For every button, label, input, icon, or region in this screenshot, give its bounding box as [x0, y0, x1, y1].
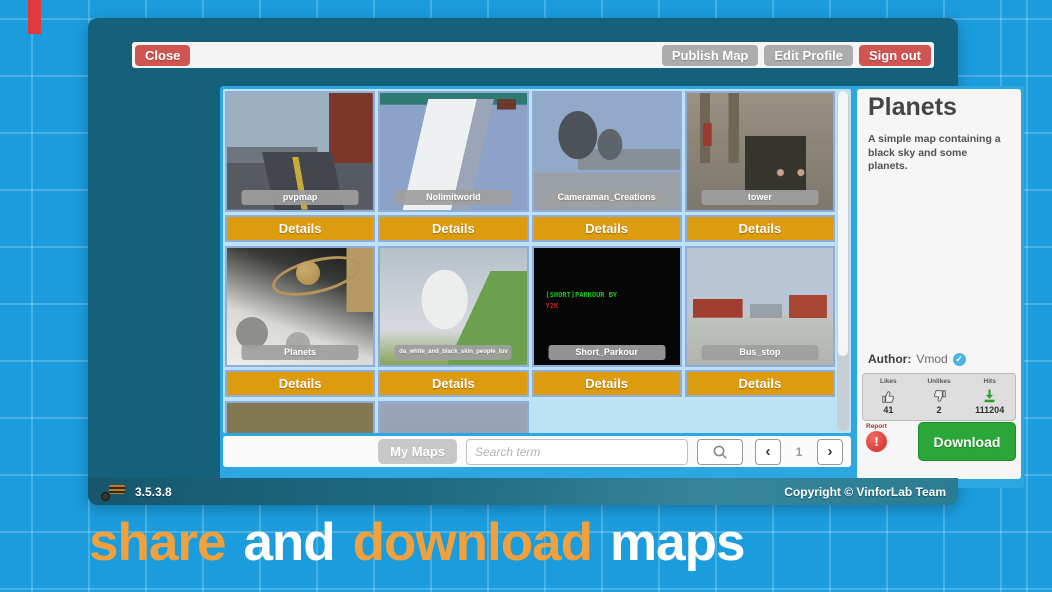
details-button[interactable]: Details: [378, 370, 528, 397]
report-control: Report !: [866, 423, 887, 452]
map-grid: pvpmap Details Nolimitworld Details Came…: [223, 89, 851, 433]
panel-description: A simple map containing a black sky and …: [868, 133, 1006, 174]
search-icon: [711, 443, 729, 461]
titlebar: Close Publish Map Edit Profile Sign out: [132, 42, 934, 68]
hits-stat: Hits 111204: [964, 374, 1015, 420]
unlikes-label: Unlikes: [927, 379, 950, 386]
report-label: Report: [866, 423, 887, 430]
map-detail-panel: Planets A simple map containing a black …: [857, 89, 1021, 479]
likes-value: 41: [883, 406, 893, 415]
edit-profile-button[interactable]: Edit Profile: [764, 45, 853, 66]
copyright-label: Copyright © VinforLab Team: [784, 485, 946, 499]
thumbs-up-icon: [880, 388, 897, 405]
panel-title: Planets: [868, 93, 957, 122]
map-name-pill: Nolimitworld: [395, 190, 512, 205]
map-thumbnail[interactable]: Cameraman_Creations: [532, 91, 682, 212]
status-bar: 3.5.3.8 Copyright © VinforLab Team: [88, 478, 958, 505]
author-label: Author:: [868, 352, 911, 366]
author-name: Vmod: [916, 352, 947, 366]
map-name-pill: Cameraman_Creations: [548, 190, 665, 205]
next-page-button[interactable]: ›: [817, 439, 843, 465]
download-button[interactable]: Download: [918, 422, 1016, 461]
map-card: [378, 401, 528, 433]
publish-map-button[interactable]: Publish Map: [662, 45, 759, 66]
map-name-pill: Planets: [242, 345, 359, 360]
details-button[interactable]: Details: [685, 370, 835, 397]
content-region: pvpmap Details Nolimitworld Details Came…: [220, 86, 1024, 488]
map-card: Bus_stop Details: [685, 246, 835, 397]
map-thumbnail[interactable]: tower: [685, 91, 835, 212]
blueprint-background: { "titlebar": { "close": "Close", "publi…: [0, 0, 1052, 592]
map-name-pill: Short_Parkour: [548, 345, 665, 360]
map-thumbnail[interactable]: [SHORT]PARKOUR BY Y2K Short_Parkour: [532, 246, 682, 367]
version-label: 3.5.3.8: [135, 485, 172, 499]
map-name-pill: da_white_and_black_skin_people_luv: [395, 345, 512, 360]
page-number: 1: [781, 445, 817, 459]
hits-value: 111204: [975, 406, 1004, 415]
parkour-screen-text: [SHORT]PARKOUR BY Y2K: [546, 290, 618, 312]
unlikes-value: 2: [937, 406, 942, 415]
map-card: Cameraman_Creations Details: [532, 91, 682, 242]
map-browser-window: Close Publish Map Edit Profile Sign out …: [88, 18, 958, 505]
map-card: [225, 401, 375, 433]
map-card: da_white_and_black_skin_people_luv Detai…: [378, 246, 528, 397]
map-thumbnail[interactable]: Bus_stop: [685, 246, 835, 367]
caption-word: download: [353, 514, 592, 572]
map-thumbnail[interactable]: [378, 401, 528, 433]
stats-box: Likes 41 Unlikes: [862, 373, 1016, 421]
saturn-planet-graphic: [296, 261, 320, 285]
caption-word: and: [243, 514, 334, 572]
map-name-pill: tower: [701, 190, 818, 205]
map-name-pill: pvpmap: [242, 190, 359, 205]
maps-scrollbar-thumb[interactable]: [838, 91, 848, 356]
map-card: pvpmap Details: [225, 91, 375, 242]
promo-caption: share and download maps: [89, 514, 744, 572]
likes-stat: Likes 41: [863, 374, 914, 420]
details-button[interactable]: Details: [378, 215, 528, 242]
map-thumbnail[interactable]: da_white_and_black_skin_people_luv: [378, 246, 528, 367]
close-button[interactable]: Close: [135, 45, 190, 66]
map-thumbnail[interactable]: Nolimitworld: [378, 91, 528, 212]
planet-sphere-graphic: [236, 317, 268, 349]
map-name-pill: Bus_stop: [701, 345, 818, 360]
game-logo-icon: [100, 483, 127, 501]
map-thumbnail[interactable]: Planets: [225, 246, 375, 367]
verified-badge-icon: ✓: [953, 353, 966, 366]
details-button[interactable]: Details: [685, 215, 835, 242]
map-card: [SHORT]PARKOUR BY Y2K Short_Parkour Deta…: [532, 246, 682, 397]
thumbs-down-icon: [931, 388, 948, 405]
bottom-toolbar: My Maps ‹ 1 ›: [223, 436, 851, 467]
details-button[interactable]: Details: [225, 215, 375, 242]
details-button[interactable]: Details: [225, 370, 375, 397]
sign-out-button[interactable]: Sign out: [859, 45, 931, 66]
map-thumbnail[interactable]: [225, 401, 375, 433]
map-card: Nolimitworld Details: [378, 91, 528, 242]
prev-page-button[interactable]: ‹: [755, 439, 781, 465]
red-corner-marker: [28, 0, 41, 34]
unlikes-stat: Unlikes 2: [914, 374, 965, 420]
caption-word: maps: [610, 514, 744, 572]
search-input[interactable]: [466, 439, 688, 465]
search-button[interactable]: [697, 439, 743, 465]
map-cards: pvpmap Details Nolimitworld Details Came…: [225, 91, 835, 433]
download-arrow-icon: [981, 388, 998, 405]
likes-label: Likes: [880, 379, 897, 386]
map-thumbnail[interactable]: pvpmap: [225, 91, 375, 212]
my-maps-button[interactable]: My Maps: [378, 439, 457, 464]
caption-word: share: [89, 514, 225, 572]
map-card: tower Details: [685, 91, 835, 242]
details-button[interactable]: Details: [532, 215, 682, 242]
report-icon[interactable]: !: [866, 431, 887, 452]
map-card: Planets Details: [225, 246, 375, 397]
maps-scrollbar-track[interactable]: [837, 91, 849, 431]
hits-label: Hits: [984, 379, 996, 386]
author-row: Author: Vmod ✓: [868, 352, 966, 366]
details-button[interactable]: Details: [532, 370, 682, 397]
